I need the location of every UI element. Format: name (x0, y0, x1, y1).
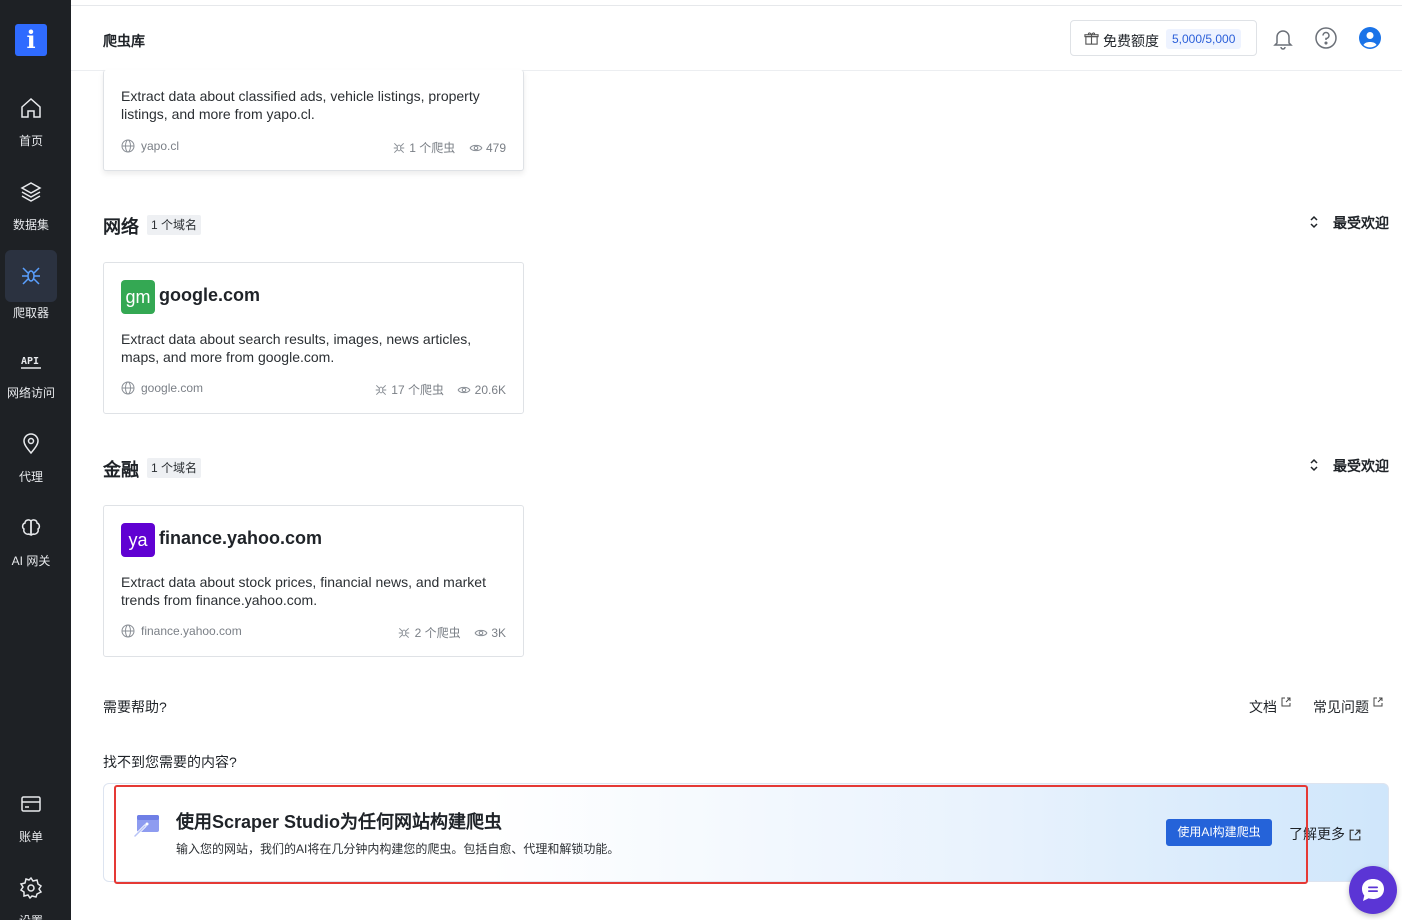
sidebar-item-label: 数据集 (12, 218, 49, 232)
sidebar-item-label: AI 网关 (11, 554, 51, 568)
domain-name: google.com (159, 285, 261, 305)
location-pin-icon (19, 432, 43, 456)
eye-icon (457, 386, 471, 393)
help-icon[interactable] (1314, 26, 1338, 50)
domain-card-yahoo-finance[interactable]: ya finance.yahoo.com Extract data about … (103, 505, 524, 657)
scraper-count: 1 个爬虫 (409, 141, 456, 155)
domain-favicon: ya (121, 523, 155, 557)
gift-icon (1084, 32, 1099, 45)
sidebar-item-billing[interactable]: 账单 (5, 788, 57, 844)
card-meta: yapo.cl 1 个爬虫 479 (121, 138, 506, 155)
domain-count-badge: 1 个域名 (147, 215, 202, 235)
scraper-studio-banner: 使用Scraper Studio为任何网站构建爬虫 输入您的网站，我们的AI将在… (103, 783, 1389, 882)
magic-wand-window-icon (133, 815, 159, 838)
sort-label: 最受欢迎 (1333, 458, 1389, 474)
spider-icon (375, 384, 387, 395)
card-meta: finance.yahoo.com 2 个爬虫 3K (121, 623, 506, 640)
banner-title: 使用Scraper Studio为任何网站构建爬虫 (176, 812, 503, 832)
sidebar-item-label: 账单 (18, 830, 43, 844)
bell-icon[interactable] (1271, 26, 1295, 50)
home-icon (19, 96, 43, 120)
api-icon: API (19, 348, 43, 372)
sidebar-item-label: 设置 (0, 912, 62, 920)
build-with-ai-button[interactable]: 使用AI构建爬虫 (1166, 819, 1272, 846)
sort-arrows-icon (1310, 215, 1318, 229)
help-label: 需要帮助? (103, 699, 167, 715)
sidebar-item-settings[interactable]: 设置 (5, 872, 57, 920)
view-count: 3K (491, 625, 506, 640)
domain-card-yapo[interactable]: Extract data about classified ads, vehic… (103, 70, 524, 171)
docs-link[interactable]: 文档 (1249, 697, 1291, 717)
learn-more-label: 了解更多 (1289, 826, 1345, 842)
eye-icon (469, 144, 483, 151)
sidebar-item-ai-gateway[interactable]: AI 网关 (5, 512, 57, 568)
sidebar-item-label: 首页 (18, 134, 43, 148)
banner-subtitle: 输入您的网站，我们的AI将在几分钟内构建您的爬虫。包括自愈、代理和解锁功能。 (176, 842, 620, 856)
app-logo[interactable]: i (15, 24, 47, 56)
sidebar-item-label: 代理 (18, 470, 43, 484)
card-description: Extract data about search results, image… (121, 331, 472, 365)
card-host: finance.yahoo.com (141, 624, 242, 638)
eye-icon (474, 629, 488, 636)
card-host: yapo.cl (141, 139, 180, 153)
external-link-icon (1373, 697, 1383, 707)
sidebar: i 首页 数据集 爬取器 API 网络访问 代理 AI 网关 账单 (0, 0, 71, 920)
view-count: 20.6K (474, 382, 506, 397)
sidebar-item-web-access[interactable]: API 网络访问 (5, 344, 57, 400)
chat-bubble-icon (1362, 879, 1384, 901)
spider-icon (19, 264, 43, 288)
brain-icon (19, 516, 43, 540)
not-found-label: 找不到您需要的内容? (103, 754, 237, 770)
scraper-count: 17 个爬虫 (391, 383, 444, 397)
domain-favicon: gm (121, 280, 155, 314)
globe-icon (121, 624, 135, 638)
view-count: 479 (485, 140, 506, 155)
spider-icon (399, 627, 410, 638)
billing-card-icon (19, 792, 43, 816)
card-meta: google.com 17 个爬虫 20.6K (121, 380, 506, 397)
quota-label: 免费额度 (1103, 33, 1159, 49)
svg-text:API: API (21, 356, 39, 367)
external-link-icon (1281, 697, 1291, 707)
docs-link-label: 文档 (1249, 699, 1277, 715)
user-avatar-icon[interactable] (1358, 26, 1382, 50)
external-link-icon (1349, 829, 1361, 841)
faq-link-label: 常见问题 (1313, 699, 1369, 715)
chat-support-button[interactable] (1349, 866, 1397, 914)
layers-icon (19, 180, 43, 204)
domain-count-badge: 1 个域名 (147, 458, 202, 478)
faq-link[interactable]: 常见问题 (1313, 697, 1383, 717)
section-title-finance: 金融 (103, 460, 139, 480)
section-title-network: 网络 (103, 217, 139, 237)
card-description: Extract data about stock prices, financi… (121, 574, 486, 608)
learn-more-link[interactable]: 了解更多 (1289, 824, 1361, 844)
top-header: 爬虫库 免费额度 5,000/5,000 (71, 6, 1402, 71)
spider-icon (393, 142, 405, 153)
sort-arrows-icon (1310, 458, 1318, 472)
sidebar-item-scrapers[interactable]: 爬取器 (5, 250, 57, 320)
card-description: Extract data about classified ads, vehic… (121, 88, 480, 122)
scraper-count: 2 个爬虫 (414, 626, 461, 640)
free-quota-button[interactable]: 免费额度 5,000/5,000 (1070, 20, 1257, 56)
sidebar-item-proxy[interactable]: 代理 (5, 428, 57, 484)
quota-value-badge: 5,000/5,000 (1166, 29, 1242, 49)
globe-icon (121, 139, 135, 153)
sidebar-item-label: 网络访问 (6, 386, 55, 400)
sort-label: 最受欢迎 (1333, 215, 1389, 231)
page-title: 爬虫库 (103, 33, 145, 49)
sidebar-item-home[interactable]: 首页 (5, 92, 57, 148)
sidebar-item-label: 爬取器 (12, 306, 49, 320)
domain-name: finance.yahoo.com (159, 528, 323, 548)
domain-card-google[interactable]: gm google.com Extract data about search … (103, 262, 524, 414)
gear-icon (19, 876, 43, 900)
globe-icon (121, 381, 135, 395)
sidebar-item-datasets[interactable]: 数据集 (5, 176, 57, 232)
card-host: google.com (141, 381, 204, 395)
